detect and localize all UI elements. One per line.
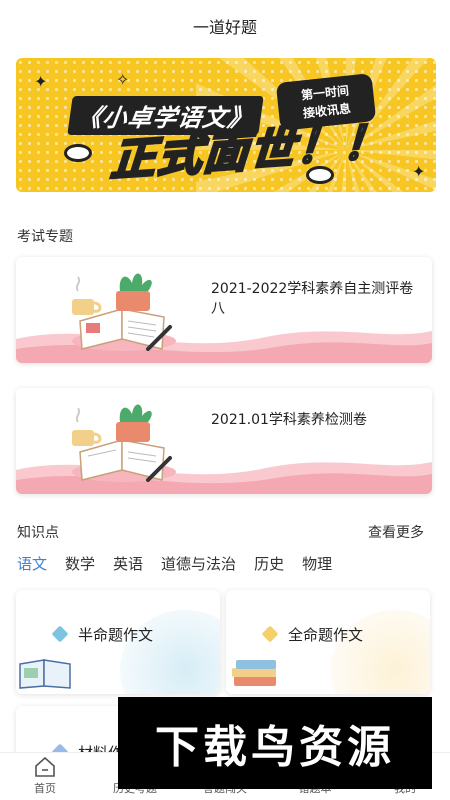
page-title: 一道好题 (192, 18, 257, 37)
tab-math[interactable]: 数学 (65, 553, 95, 577)
tab-english[interactable]: 英语 (113, 553, 143, 577)
knowledge-card-label: 全命题作文 (288, 626, 364, 644)
home-icon (35, 756, 55, 777)
tab-physics[interactable]: 物理 (302, 553, 332, 577)
promo-banner[interactable]: ✦ ✧ ✦ 《小卓学语文》 第一时间 接收讯息 正式面世！！ (16, 58, 436, 192)
sparkle-icon: ✧ (116, 70, 130, 89)
cube-icon (261, 625, 279, 643)
tab-chinese[interactable]: 语文 (17, 553, 47, 577)
book-plant-illustration (72, 273, 176, 351)
card-glow-decoration (330, 610, 430, 694)
card-glow-decoration (120, 610, 220, 694)
knowledge-card-label: 半命题作文 (78, 626, 154, 644)
tab-history[interactable]: 历史 (254, 553, 284, 577)
exam-card-label: 2021-2022学科素养自主测评卷八 (211, 281, 414, 317)
book-stack-icon (232, 660, 276, 686)
cartoon-eye-icon (64, 144, 92, 162)
watermark-text: 下载鸟资源 (155, 722, 395, 773)
cube-icon (51, 625, 69, 643)
nav-home[interactable]: 首页 (5, 756, 85, 796)
open-book-icon (19, 659, 71, 689)
knowledge-card[interactable]: 全命题作文 (226, 590, 430, 694)
nav-label: 首页 (34, 782, 56, 795)
knowledge-card[interactable]: 半命题作文 (16, 590, 220, 694)
tab-morality-law[interactable]: 道德与法治 (161, 553, 236, 577)
view-more-link[interactable]: 查看更多 (368, 522, 424, 542)
exam-card-label: 2021.01学科素养检测卷 (211, 412, 367, 428)
exam-card[interactable]: 2021-2022学科素养自主测评卷八 (16, 257, 432, 363)
sparkle-icon: ✦ (34, 72, 48, 91)
knowledge-section-title: 知识点 (17, 525, 59, 541)
subject-tabs: 语文 数学 英语 道德与法治 历史 物理 (0, 553, 450, 577)
sparkle-icon: ✦ (412, 162, 426, 181)
exam-section-title: 考试专题 (17, 229, 73, 245)
book-plant-illustration (72, 404, 176, 482)
exam-card[interactable]: 2021.01学科素养检测卷 (16, 388, 432, 494)
top-bar: 一道好题 (0, 0, 450, 52)
watermark-overlay: 下载鸟资源 (118, 697, 432, 789)
